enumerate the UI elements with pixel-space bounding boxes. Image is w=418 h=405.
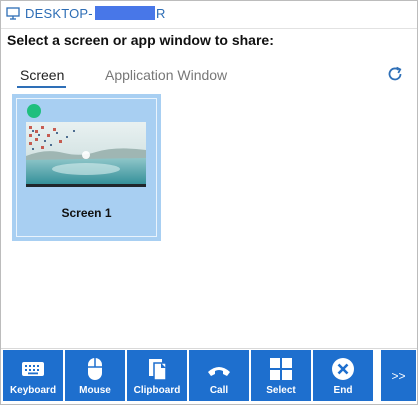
toolbar-divider (1, 348, 417, 349)
select-button[interactable]: Select (251, 350, 311, 401)
mouse-button-label: Mouse (79, 385, 111, 396)
end-button[interactable]: End (313, 350, 373, 401)
mouse-icon (88, 358, 102, 380)
more-toolbar-button[interactable]: >> (381, 350, 416, 401)
status-dot (27, 104, 41, 118)
call-button-label: Call (209, 385, 229, 396)
keyboard-button[interactable]: Keyboard (3, 350, 63, 401)
title-divider (1, 28, 417, 29)
grid-icon (270, 358, 292, 380)
share-prompt: Select a screen or app window to share: (7, 32, 274, 48)
screen-tile-label: Screen 1 (61, 206, 112, 220)
clipboard-icon (149, 359, 167, 381)
refresh-icon[interactable] (386, 65, 404, 83)
window-title-prefix: DESKTOP- (25, 6, 93, 21)
tab-application-window[interactable]: Application Window (105, 67, 227, 83)
tab-screen[interactable]: Screen (20, 67, 64, 83)
select-button-label: Select (266, 385, 296, 396)
phone-icon (208, 367, 230, 376)
more-toolbar-label: >> (391, 369, 406, 383)
redacted-hostname (95, 6, 155, 20)
clipboard-button[interactable]: Clipboard (127, 350, 187, 401)
close-circle-icon (332, 358, 354, 380)
keyboard-icon (22, 362, 44, 376)
end-button-label: End (333, 385, 353, 396)
keyboard-button-label: Keyboard (9, 385, 57, 396)
screen-thumbnail (26, 122, 146, 187)
call-button[interactable]: Call (189, 350, 249, 401)
clipboard-button-label: Clipboard (133, 385, 181, 396)
window-title-suffix: R (156, 6, 166, 21)
mouse-button[interactable]: Mouse (65, 350, 125, 401)
monitor-icon (6, 7, 20, 20)
active-tab-indicator (17, 86, 66, 88)
